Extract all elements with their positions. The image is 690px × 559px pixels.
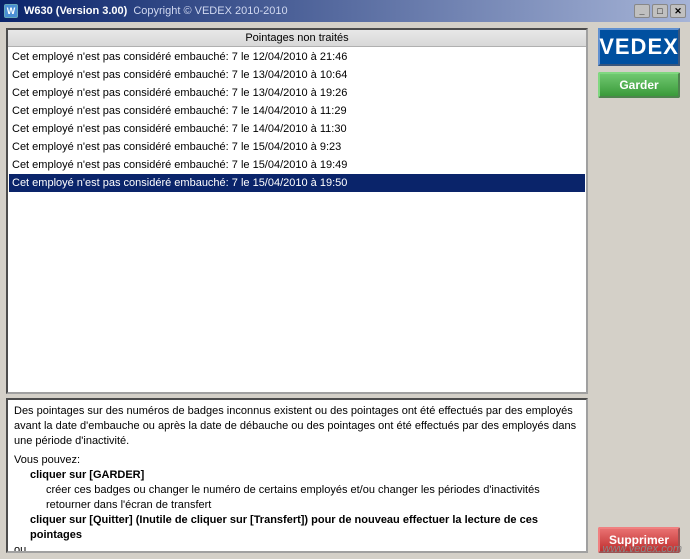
vous-pouvez-label: Vous pouvez:	[14, 453, 580, 468]
copyright-text: Copyright © VEDEX 2010-2010	[133, 5, 287, 17]
title-bar: W W630 (Version 3.00) Copyright © VEDEX …	[0, 0, 690, 22]
garder-button[interactable]: Garder	[598, 72, 680, 98]
listbox-section: Pointages non traités Cet employé n'est …	[6, 28, 588, 394]
info-action-sub: créer ces badges ou changer le numéro de…	[46, 483, 580, 513]
info-paragraph1: Des pointages sur des numéros de badges …	[14, 404, 580, 449]
list-item[interactable]: Cet employé n'est pas considéré embauché…	[9, 102, 585, 120]
listbox-header: Pointages non traités	[8, 30, 586, 47]
list-item[interactable]: Cet employé n'est pas considéré embauché…	[9, 48, 585, 66]
left-panel: Pointages non traités Cet employé n'est …	[6, 28, 588, 553]
info-section: Des pointages sur des numéros de badges …	[6, 398, 588, 553]
maximize-button[interactable]: □	[652, 4, 668, 18]
listbox-content[interactable]: Cet employé n'est pas considéré embauché…	[8, 47, 586, 392]
close-button[interactable]: ✕	[670, 4, 686, 18]
app-title: W630 (Version 3.00)	[24, 5, 127, 17]
list-item[interactable]: Cet employé n'est pas considéré embauché…	[9, 66, 585, 84]
vedex-logo: VEDEX	[598, 28, 680, 66]
watermark: www.vedex.com	[603, 543, 682, 555]
main-container: Pointages non traités Cet employé n'est …	[0, 22, 690, 559]
ou-label: ou	[14, 543, 580, 553]
info-action-line: cliquer sur [GARDER]	[30, 468, 580, 483]
info-action-line: cliquer sur [Quitter] (Inutile de clique…	[30, 513, 580, 543]
title-bar-left: W W630 (Version 3.00) Copyright © VEDEX …	[4, 4, 288, 18]
title-bar-controls: _ □ ✕	[634, 4, 686, 18]
list-item[interactable]: Cet employé n'est pas considéré embauché…	[9, 174, 585, 192]
minimize-button[interactable]: _	[634, 4, 650, 18]
list-item[interactable]: Cet employé n'est pas considéré embauché…	[9, 120, 585, 138]
list-item[interactable]: Cet employé n'est pas considéré embauché…	[9, 138, 585, 156]
list-item[interactable]: Cet employé n'est pas considéré embauché…	[9, 84, 585, 102]
list-item[interactable]: Cet employé n'est pas considéré embauché…	[9, 156, 585, 174]
right-panel: VEDEX Garder Supprimer	[594, 28, 684, 553]
app-icon: W	[4, 4, 18, 18]
